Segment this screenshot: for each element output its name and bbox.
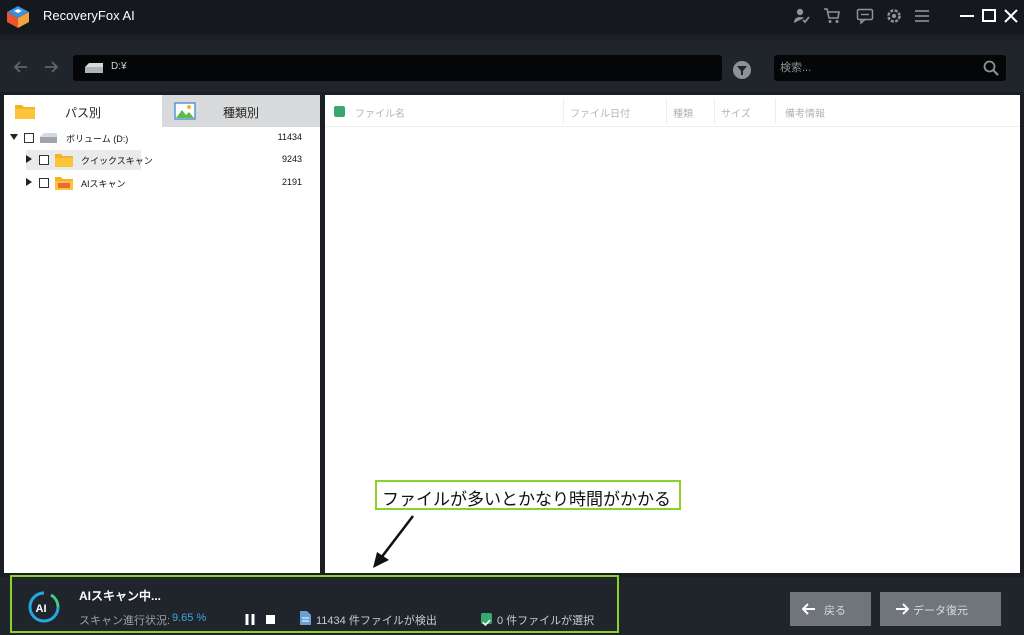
annotation-arrow-icon [373,515,414,568]
column-size[interactable]: サイズ [721,105,751,120]
quick-scan-checkbox[interactable] [39,155,49,165]
user-check-icon[interactable] [793,7,811,25]
search-box [774,55,1006,81]
tree-item-count: 11434 [277,132,302,142]
tree-item-count: 9243 [281,154,302,164]
column-divider [563,98,564,124]
image-icon [174,102,196,120]
drive-icon [85,63,103,73]
files-found-suffix: 件ファイルが検出 [348,615,437,627]
recover-button[interactable]: データ復元 [880,592,1001,626]
pause-icon[interactable] [245,614,255,625]
folder-icon [55,177,73,190]
tree-item-volume[interactable]: ボリューム (D:) 11434 [4,128,320,148]
scan-progress-value: 9.65 % [172,612,207,624]
drive-icon [40,133,57,143]
path-text: D:¥ [111,61,127,72]
ai-scan-icon: AI [28,591,60,623]
stop-icon[interactable] [266,615,275,624]
path-field[interactable]: D:¥ [73,55,722,81]
column-notes[interactable]: 備考情報 [785,105,825,120]
files-selected-text: 0 件ファイルが選択 [497,612,594,628]
folder-icon [15,105,35,119]
filter-icon[interactable] [732,60,752,80]
tab-path-label: パス別 [65,106,102,120]
tab-type[interactable]: 種類別 [162,95,320,127]
expand-caret-icon[interactable] [26,178,32,186]
column-file-date[interactable]: ファイル日付 [570,105,630,120]
ai-scan-checkbox[interactable] [39,178,49,188]
files-selected-count: 0 [497,615,504,627]
left-panel: パス別 種類別 ボリューム (D:) 11434 クイックスキャン 9243 A… [4,95,320,573]
file-list-header: ファイル名 ファイル日付 種類 サイズ 備考情報 [325,95,1020,127]
menu-icon[interactable] [913,7,931,25]
files-found-count: 11434 [316,615,346,627]
back-arrow-icon[interactable] [12,58,30,76]
back-button-label: 戻る [824,605,846,617]
forward-arrow-icon[interactable] [42,58,60,76]
select-all-checkbox[interactable] [334,106,345,117]
right-arrow-icon [896,603,909,615]
document-icon [300,611,311,625]
tab-path[interactable]: パス別 [4,95,162,127]
column-divider [775,98,776,124]
app-logo-icon [7,6,29,28]
svg-text:AI: AI [36,603,47,615]
column-type[interactable]: 種類 [673,105,693,120]
collapse-caret-icon[interactable] [10,134,18,140]
search-icon[interactable] [982,59,1000,77]
column-divider [666,98,667,124]
column-file-name[interactable]: ファイル名 [355,105,405,120]
files-found-text: 11434 件ファイルが検出 [316,612,437,628]
selected-check-icon [481,613,492,627]
tree-item-count: 2191 [281,177,302,187]
annotation-text: ファイルが多いとかなり時間がかかる [382,490,671,510]
tree-item-label: AIスキャン [81,179,126,189]
left-arrow-icon [802,603,815,615]
app-title: RecoveryFox AI [43,8,135,23]
folder-icon [55,154,73,167]
tree-item-ai-scan[interactable]: AIスキャン 2191 [4,173,320,193]
minimize-icon[interactable] [957,6,977,26]
gear-icon[interactable] [885,7,903,25]
back-button[interactable]: 戻る [790,592,871,626]
tree-item-quick-scan[interactable]: クイックスキャン 9243 [4,150,320,170]
files-selected-suffix: 件ファイルが選択 [506,615,595,627]
expand-caret-icon[interactable] [26,155,32,163]
annotation-callout: ファイルが多いとかなり時間がかかる [375,480,681,510]
tree-item-label: ボリューム (D:) [66,134,129,144]
search-input[interactable] [780,58,970,78]
chat-icon[interactable] [856,7,874,25]
close-icon[interactable] [1001,6,1021,26]
title-bar: RecoveryFox AI [0,0,1024,34]
cart-icon[interactable] [823,7,841,25]
scan-status-title: AIスキャン中... [79,589,162,603]
volume-checkbox[interactable] [24,133,34,143]
column-divider [714,98,715,124]
recover-button-label: データ復元 [913,605,968,617]
maximize-icon[interactable] [979,6,999,26]
tree-item-label: クイックスキャン [81,156,153,166]
scan-progress-label: スキャン進行状況: [79,615,171,627]
tab-type-label: 種類別 [223,106,260,120]
